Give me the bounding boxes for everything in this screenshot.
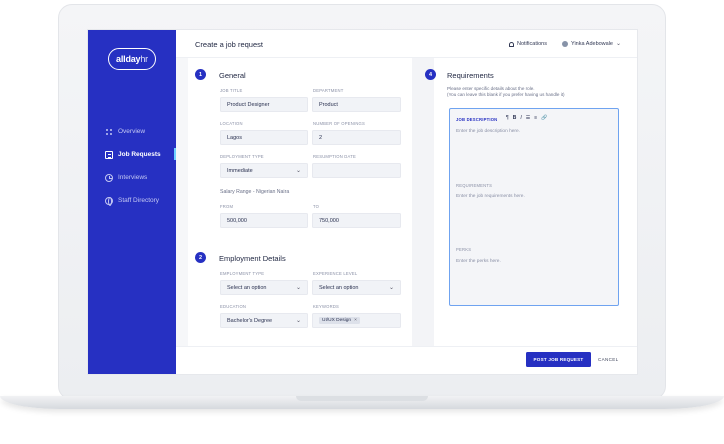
salary-to-input[interactable]: 750,000 [312, 213, 401, 228]
sidebar-item-label: Staff Directory [118, 197, 160, 204]
section-title-employment: Employment Details [219, 254, 286, 263]
clock-icon [105, 173, 113, 182]
user-menu[interactable]: Yinka Adebowale ⌄ [562, 40, 621, 47]
job-description-input[interactable]: Enter the job description here. [456, 129, 520, 134]
chevron-down-icon: ⌄ [295, 318, 301, 324]
editor-toolbar: ¶ B I ☰ ≡ 🔗 [506, 115, 547, 121]
bell-icon [509, 41, 514, 47]
sidebar-item-staff-directory[interactable]: Staff Directory [88, 189, 176, 212]
chevron-down-icon: ⌄ [295, 285, 301, 291]
sidebar-item-label: Job Requests [118, 151, 161, 158]
deployment-type-select[interactable]: Immediate ⌄ [220, 163, 308, 178]
deployment-type-label: DEPLOYMENT TYPE [220, 154, 264, 159]
resumption-date-input[interactable] [312, 163, 401, 178]
sidebar-item-job-requests[interactable]: Job Requests [88, 143, 176, 166]
location-input[interactable]: Lagos [220, 130, 308, 145]
laptop-notch [296, 396, 428, 401]
column-divider [412, 58, 434, 346]
paragraph-icon[interactable]: ¶ [506, 115, 509, 121]
to-label: TO [313, 204, 320, 209]
keywords-input[interactable]: UI/UX Design × [312, 313, 401, 328]
perks-label: PERKS [456, 247, 472, 252]
requirements-label: REQUIREMENTS [456, 183, 493, 188]
list-icon[interactable]: ☰ [526, 115, 530, 121]
step-2-badge: 2 [195, 252, 206, 263]
grid-icon [105, 127, 113, 136]
italic-icon[interactable]: I [520, 115, 521, 121]
job-description-label: JOB DESCRIPTION [456, 117, 498, 122]
experience-level-select[interactable]: Select an option ⌄ [312, 280, 401, 295]
keywords-label: KEYWORDS [313, 304, 340, 309]
section-title-general: General [219, 71, 246, 80]
openings-input[interactable]: 2 [312, 130, 401, 145]
laptop-mockup: allday hr Overview Job Requests Interview… [0, 0, 724, 444]
step-4-badge: 4 [425, 69, 436, 80]
sidebar-item-label: Overview [118, 128, 146, 135]
section-title-requirements: Requirements [447, 71, 494, 80]
department-input[interactable]: Product [312, 97, 401, 112]
employment-type-label: EMPLOYMENT TYPE [220, 271, 265, 276]
experience-level-label: EXPERIENCE LEVEL [313, 271, 358, 276]
requirements-editor[interactable]: JOB DESCRIPTION ¶ B I ☰ ≡ 🔗 Enter the jo… [449, 108, 619, 306]
perks-input[interactable]: Enter the perks here. [456, 259, 501, 264]
sidebar-item-label: Interviews [118, 174, 148, 181]
requirements-description: Please enter specific details about the … [447, 86, 565, 97]
requirements-input[interactable]: Enter the job requirements here. [456, 194, 525, 199]
notifications-link[interactable]: Notifications [509, 41, 547, 47]
sidebar-item-overview[interactable]: Overview [88, 120, 176, 143]
link-icon[interactable]: 🔗 [541, 115, 547, 121]
cancel-button[interactable]: CANCEL [598, 352, 618, 367]
job-title-label: JOB TITLE [220, 88, 243, 93]
keyword-chip: UI/UX Design × [319, 317, 360, 324]
employment-type-select[interactable]: Select an option ⌄ [220, 280, 308, 295]
top-header: Create a job request Notifications Yinka… [176, 30, 637, 58]
bold-icon[interactable]: B [513, 115, 517, 121]
openings-label: NUMBER OF OPENINGS [313, 121, 365, 126]
avatar [562, 40, 568, 47]
sidebar-nav: Overview Job Requests Interviews Staff D… [88, 120, 176, 212]
left-margin [176, 58, 188, 346]
chevron-down-icon: ⌄ [388, 285, 394, 291]
chevron-down-icon: ⌄ [295, 168, 301, 174]
from-label: FROM [220, 204, 234, 209]
salary-from-input[interactable]: 500,000 [220, 213, 308, 228]
resumption-date-label: RESUMPTION DATE [313, 154, 356, 159]
step-1-badge: 1 [195, 69, 206, 80]
department-label: DEPARTMENT [313, 88, 344, 93]
sidebar-item-interviews[interactable]: Interviews [88, 166, 176, 189]
document-icon [105, 150, 113, 159]
job-title-input[interactable]: Product Designer [220, 97, 308, 112]
sidebar: allday hr Overview Job Requests Interview… [88, 30, 176, 374]
education-label: EDUCATION [220, 304, 247, 309]
chevron-down-icon: ⌄ [616, 41, 622, 47]
close-icon[interactable]: × [354, 318, 357, 323]
education-select[interactable]: Bachelor's Degree ⌄ [220, 313, 308, 328]
post-job-request-button[interactable]: POST JOB REQUEST [526, 352, 591, 367]
page-title: Create a job request [195, 40, 263, 49]
location-label: LOCATION [220, 121, 243, 126]
globe-icon [105, 196, 113, 206]
ordered-list-icon[interactable]: ≡ [534, 115, 537, 121]
salary-range-note: Salary Range - Nigerian Naira [220, 189, 290, 195]
alldayhr-logo[interactable]: allday hr [108, 48, 156, 70]
